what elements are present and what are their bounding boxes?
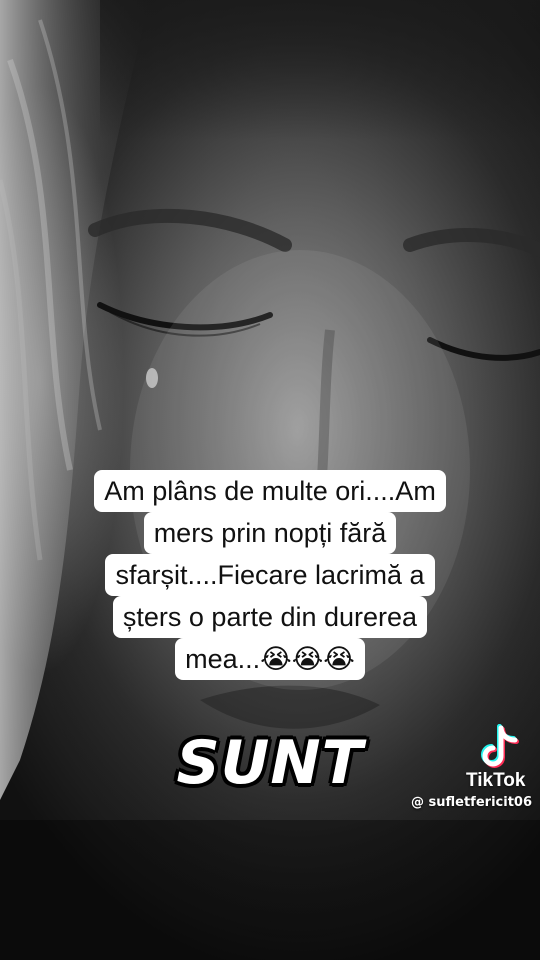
tiktok-username: @ sufletfericit06 (411, 795, 532, 810)
tiktok-logo-icon (481, 724, 519, 768)
caption-line: Am plâns de multe ori....Am (94, 470, 446, 512)
caption-line: șters o parte din durerea (112, 596, 428, 638)
overlay-word: SUNT (176, 728, 364, 798)
video-frame: Am plâns de multe ori....Am mers prin no… (0, 0, 540, 960)
caption-line: sfarșit....Fiecare lacrimă a (105, 554, 435, 596)
caption-line: mers prin nopți fără (143, 512, 397, 554)
caption-line: mea...😭😭😭 (175, 638, 365, 680)
caption-block: Am plâns de multe ori....Am mers prin no… (0, 470, 540, 680)
tiktok-brand-label: TikTok (466, 770, 526, 791)
